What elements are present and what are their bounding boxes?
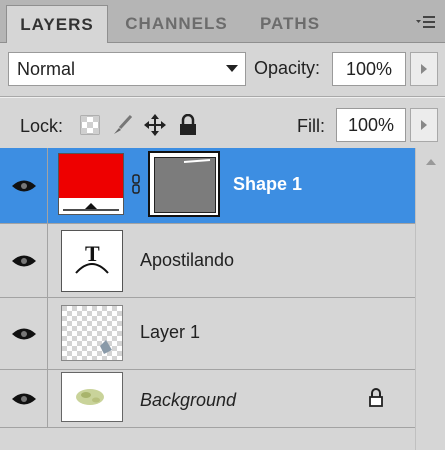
- fill-label: Fill:: [297, 116, 325, 136]
- eye-icon: [11, 328, 36, 339]
- scroll-up-icon[interactable]: [425, 158, 437, 166]
- svg-text:T: T: [85, 241, 100, 266]
- opacity-slider-button[interactable]: [410, 52, 438, 86]
- fill-adjustment-icon: [63, 203, 119, 211]
- visibility-toggle[interactable]: [0, 370, 48, 427]
- layer-lock-icon: [369, 388, 383, 407]
- fill-input[interactable]: 100%: [336, 108, 406, 142]
- visibility-toggle[interactable]: [0, 224, 48, 297]
- transparency-checkerboard: [62, 306, 122, 360]
- eye-icon: [11, 393, 36, 404]
- chevron-down-icon: [219, 65, 245, 73]
- visibility-toggle[interactable]: [0, 148, 48, 223]
- blend-mode-value: Normal: [17, 58, 76, 79]
- opacity-input[interactable]: 100%: [332, 52, 406, 86]
- background-image-preview: [62, 373, 122, 421]
- link-icon[interactable]: [131, 174, 141, 194]
- layer-name: Shape 1: [233, 174, 303, 194]
- background-thumbnail[interactable]: [61, 372, 123, 422]
- tab-layers[interactable]: LAYERS: [6, 5, 108, 43]
- lock-image-pixels-icon[interactable]: [110, 112, 134, 138]
- opacity-label: Opacity:: [254, 58, 321, 78]
- fill-slider-button[interactable]: [410, 108, 438, 142]
- pixel-layer-thumbnail[interactable]: [61, 305, 123, 361]
- text-layer-thumbnail[interactable]: T: [61, 230, 123, 292]
- fill-color-swatch: [59, 154, 123, 198]
- layers-scrollbar[interactable]: [415, 148, 445, 450]
- panel-menu-icon[interactable]: [415, 14, 437, 30]
- lock-label: Lock:: [20, 116, 64, 136]
- lock-all-icon[interactable]: [176, 112, 200, 138]
- layer-row-background[interactable]: Background: [0, 370, 415, 428]
- layer-name: Layer 1: [140, 322, 201, 342]
- tab-paths[interactable]: PATHS: [244, 6, 336, 42]
- blend-mode-select[interactable]: Normal: [8, 52, 246, 86]
- layers-panel: LAYERS CHANNELS PATHS Normal Opacity: 10…: [0, 0, 445, 450]
- text-layer-icon: T: [75, 241, 109, 274]
- vector-mask-thumbnail[interactable]: [148, 151, 220, 217]
- visibility-toggle[interactable]: [0, 298, 48, 369]
- eye-icon: [11, 255, 36, 266]
- tab-channels[interactable]: CHANNELS: [114, 6, 239, 42]
- layer-name: Background: [140, 390, 237, 410]
- eye-icon: [11, 180, 36, 191]
- layer-row-layer-1[interactable]: Layer 1: [0, 298, 415, 370]
- layer-row-shape-1[interactable]: Shape 1: [0, 148, 415, 224]
- lock-transparent-pixels-icon[interactable]: [78, 112, 102, 138]
- layer-row-apostilando[interactable]: T Apostilando: [0, 224, 415, 298]
- panel-tab-bar: LAYERS CHANNELS PATHS: [0, 0, 445, 43]
- layer-name: Apostilando: [140, 250, 235, 270]
- lock-position-icon[interactable]: [143, 112, 167, 138]
- divider-highlight: [0, 97, 445, 98]
- layer-fill-thumbnail[interactable]: [58, 153, 124, 215]
- layers-list: Shape 1 T Apostilando Layer 1 Background: [0, 148, 445, 450]
- mask-detail-icon: [184, 159, 211, 163]
